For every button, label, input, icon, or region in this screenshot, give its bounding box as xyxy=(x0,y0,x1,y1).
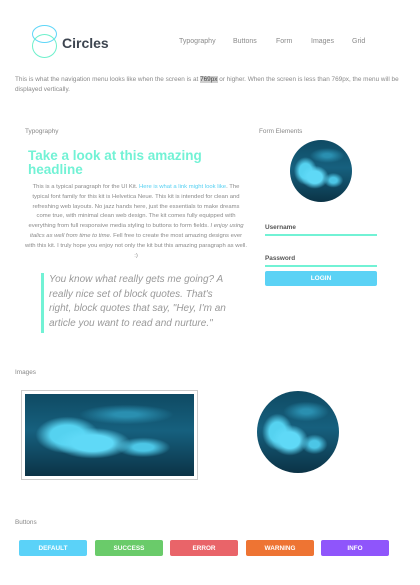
brand-name: Circles xyxy=(62,35,109,51)
default-button[interactable]: DEFAULT xyxy=(19,540,87,556)
username-input[interactable] xyxy=(265,234,377,236)
warning-button[interactable]: WARNING xyxy=(246,540,314,556)
blockquote: You know what really gets me going? A re… xyxy=(41,273,231,333)
intro-text: This is what the navigation menu looks l… xyxy=(15,76,399,93)
nav-grid[interactable]: Grid xyxy=(352,38,365,45)
buttons-label: Buttons xyxy=(15,519,37,526)
nav-buttons[interactable]: Buttons xyxy=(233,38,257,45)
error-button[interactable]: ERROR xyxy=(170,540,238,556)
framed-image xyxy=(21,390,198,480)
nav-images[interactable]: Images xyxy=(311,38,334,45)
nav-typography[interactable]: Typography xyxy=(179,38,216,45)
images-label: Images xyxy=(15,369,36,376)
username-label: Username xyxy=(265,224,296,231)
code-highlight: 769px xyxy=(200,76,218,83)
info-button[interactable]: INFO xyxy=(321,540,389,556)
avatar-image xyxy=(290,140,352,202)
password-input[interactable] xyxy=(265,265,377,267)
typography-label: Typography xyxy=(25,128,59,135)
paragraph: This is a typical paragraph for the UI K… xyxy=(25,184,247,259)
success-button[interactable]: SUCCESS xyxy=(95,540,163,556)
circle-image xyxy=(257,391,339,473)
headline: Take a look at this amazing headline xyxy=(28,148,202,177)
sample-link[interactable]: Here is what a link might look like xyxy=(139,184,226,190)
form-label: Form Elements xyxy=(259,128,303,135)
nav-form[interactable]: Form xyxy=(276,38,292,45)
password-label: Password xyxy=(265,255,296,262)
login-button[interactable]: LOGIN xyxy=(265,271,377,286)
